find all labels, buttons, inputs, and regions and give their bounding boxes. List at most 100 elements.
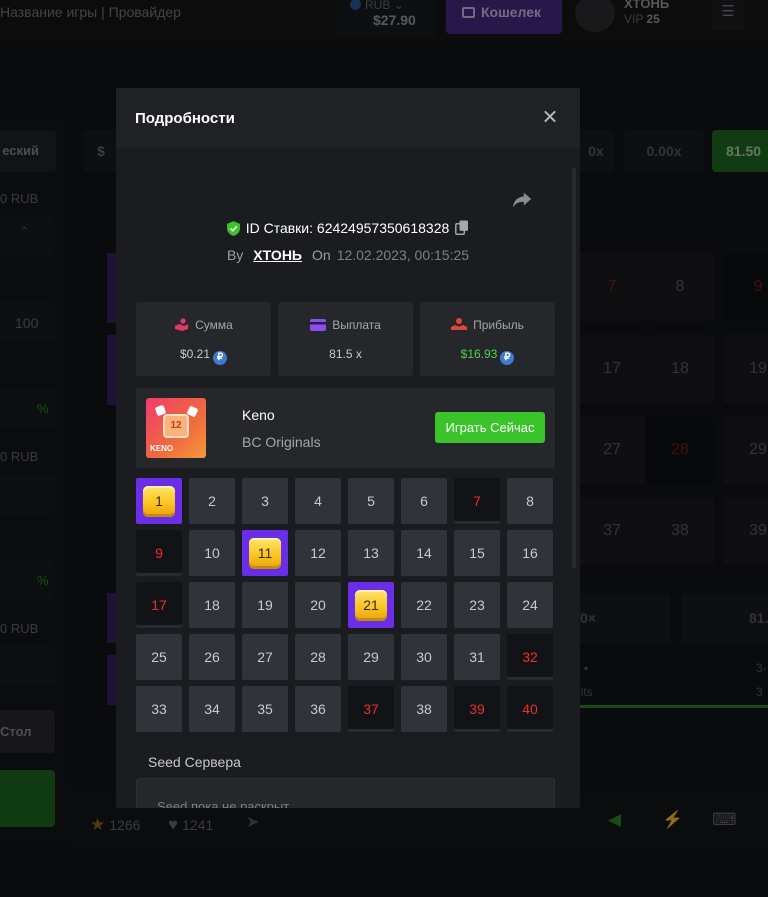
bet-date: 12.02.2023, 00:15:25 (336, 247, 470, 263)
keno-cell-10: 10 (189, 530, 235, 576)
keno-cell-26: 26 (189, 634, 235, 680)
keno-cell-number: 25 (151, 649, 167, 665)
keno-cell-number: 3 (261, 493, 269, 509)
keno-cell-number: 9 (155, 545, 163, 561)
game-name: Keno (242, 407, 275, 423)
keno-cell-3: 3 (242, 478, 288, 524)
stat-amount: Сумма $0.21 ₽ (136, 302, 271, 376)
keno-cell-number: 15 (469, 545, 485, 561)
keno-cell-5: 5 (348, 478, 394, 524)
keno-cell-11: 11 (242, 530, 288, 576)
keno-cell-number: 10 (204, 545, 220, 561)
keno-cell-number: 24 (522, 597, 538, 613)
keno-cell-37: 37 (348, 686, 394, 732)
keno-cell-number: 12 (310, 545, 326, 561)
keno-cell-9: 9 (136, 530, 182, 576)
keno-cell-number: 35 (257, 701, 273, 717)
stat-amount-label: Сумма (195, 318, 233, 332)
keno-cell-13: 13 (348, 530, 394, 576)
shield-check-icon (226, 221, 240, 236)
stat-profit-label: Прибыль (473, 318, 524, 332)
keno-cell-number: 14 (416, 545, 432, 561)
stat-amount-label-row: Сумма (136, 318, 271, 332)
bet-id: ID Ставки: 62424957350618328 (245, 220, 450, 236)
by-label: By (226, 247, 244, 263)
keno-cell-38: 38 (401, 686, 447, 732)
bet-details-modal: Подробности ID Ставки: 62424957350618328… (116, 88, 580, 808)
stat-payout-value: 81.5 x (329, 347, 362, 361)
profit-hand-icon (451, 318, 468, 330)
keno-cell-21: 21 (348, 582, 394, 628)
stat-profit-value-row: $16.93 ₽ (420, 347, 555, 365)
stat-amount-value-row: $0.21 ₽ (136, 347, 271, 365)
keno-cell-17: 17 (136, 582, 182, 628)
keno-cell-number: 21 (363, 597, 379, 613)
keno-cell-number: 34 (204, 701, 220, 717)
keno-cell-number: 26 (204, 649, 220, 665)
ruble-coin-icon: ₽ (213, 351, 228, 365)
keno-cell-40: 40 (507, 686, 553, 732)
modal-title: Подробности (135, 110, 235, 127)
stat-profit: Прибыль $16.93 ₽ (420, 302, 555, 376)
keno-cell-16: 16 (507, 530, 553, 576)
keno-cell-number: 2 (208, 493, 216, 509)
server-seed-text: Seed пока не раскрыт (157, 799, 290, 808)
stat-payout-label-row: Выплата (278, 318, 413, 332)
keno-cell-number: 37 (363, 701, 379, 717)
keno-cell-6: 6 (401, 478, 447, 524)
close-icon[interactable] (540, 107, 560, 127)
play-now-button[interactable]: Играть Сейчас (435, 412, 545, 443)
keno-cell-39: 39 (454, 686, 500, 732)
keno-cell-number: 16 (522, 545, 538, 561)
keno-cell-number: 19 (257, 597, 273, 613)
keno-cell-number: 1 (155, 493, 163, 509)
keno-cell-number: 40 (522, 701, 538, 717)
keno-logo-text: KENO (150, 444, 174, 453)
copy-icon[interactable] (455, 220, 469, 235)
keno-cell-2: 2 (189, 478, 235, 524)
keno-cell-20: 20 (295, 582, 341, 628)
keno-cell-35: 35 (242, 686, 288, 732)
keno-cell-33: 33 (136, 686, 182, 732)
stat-profit-value: $16.93 (460, 347, 498, 361)
bet-id-row: ID Ставки: 62424957350618328 (116, 220, 580, 236)
keno-cell-number: 22 (416, 597, 432, 613)
keno-tile-icon: 12 (163, 414, 189, 438)
stat-amount-value: $0.21 (179, 347, 211, 361)
keno-cell-number: 27 (257, 649, 273, 665)
keno-cell-number: 36 (310, 701, 326, 717)
gem-icon: 1 (143, 485, 175, 517)
keno-cell-18: 18 (189, 582, 235, 628)
bettor-username-link[interactable]: XTOHЬ (253, 247, 302, 263)
keno-cell-number: 38 (416, 701, 432, 717)
hand-coins-icon (175, 318, 189, 331)
keno-cell-number: 6 (420, 493, 428, 509)
keno-cell-32: 32 (507, 634, 553, 680)
keno-cell-19: 19 (242, 582, 288, 628)
game-provider: BC Originals (242, 434, 321, 450)
keno-cell-24: 24 (507, 582, 553, 628)
keno-cell-1: 1 (136, 478, 182, 524)
keno-cell-number: 13 (363, 545, 379, 561)
share-icon[interactable] (511, 188, 533, 210)
keno-cell-14: 14 (401, 530, 447, 576)
keno-cell-number: 31 (469, 649, 485, 665)
keno-cell-25: 25 (136, 634, 182, 680)
keno-cell-number: 7 (473, 493, 481, 509)
ruble-coin-icon: ₽ (500, 351, 515, 365)
keno-cell-number: 4 (314, 493, 322, 509)
keno-cell-7: 7 (454, 478, 500, 524)
keno-cell-12: 12 (295, 530, 341, 576)
keno-cell-31: 31 (454, 634, 500, 680)
keno-thumbnail[interactable]: 12 KENO (146, 398, 206, 458)
keno-cell-number: 11 (257, 545, 273, 561)
app-root: Название игры | Провайдер RUB ⌄ $27.90 К… (0, 0, 768, 897)
keno-cell-number: 28 (310, 649, 326, 665)
server-seed-label: Seed Сервера (148, 754, 241, 770)
game-card: 12 KENO Keno BC Originals Играть Сейчас (136, 388, 555, 468)
keno-cell-number: 33 (151, 701, 167, 717)
server-seed-field[interactable]: Seed пока не раскрыт (136, 778, 555, 808)
keno-cell-28: 28 (295, 634, 341, 680)
keno-cell-number: 32 (522, 649, 538, 665)
keno-cell-number: 5 (367, 493, 375, 509)
